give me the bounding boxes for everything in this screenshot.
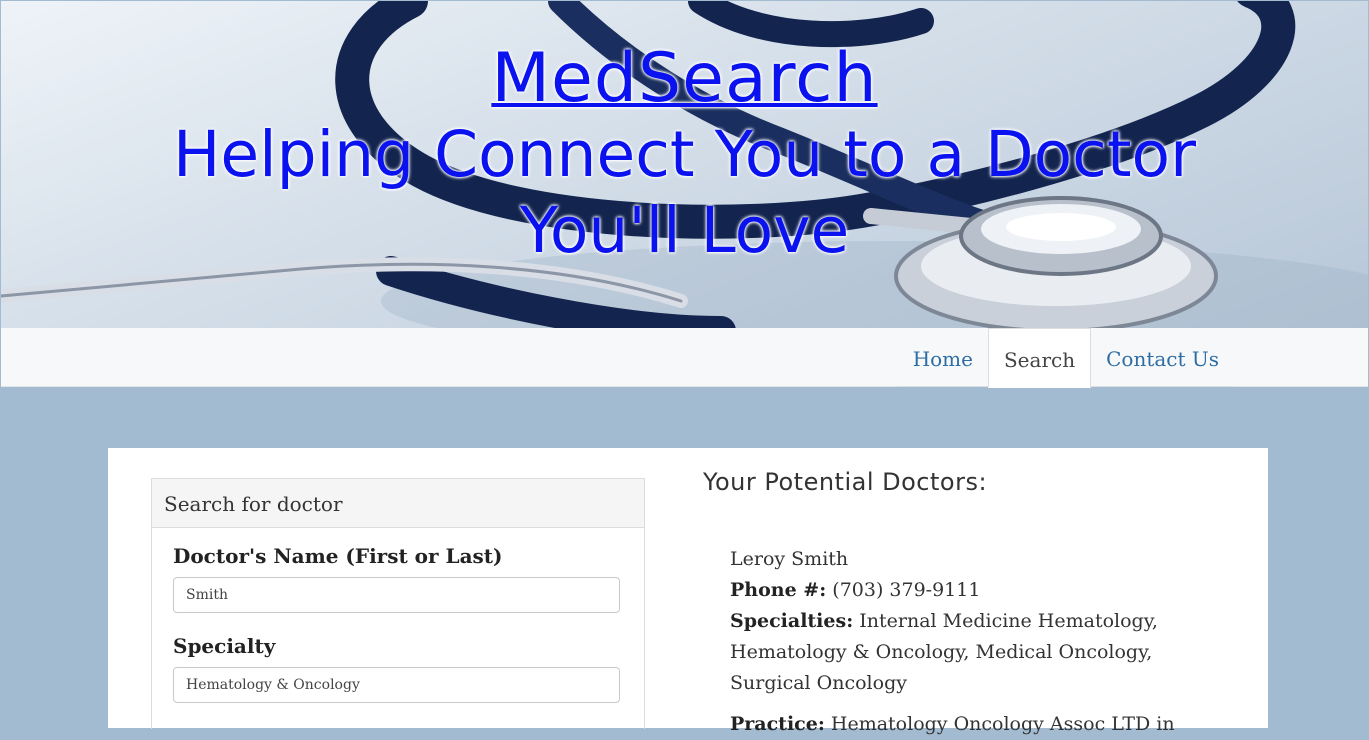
results-title: Your Potential Doctors: (703, 468, 988, 496)
nav-item-home[interactable]: Home (897, 328, 988, 387)
nav-item-contact-us[interactable]: Contact Us (1091, 328, 1234, 387)
specialty-label: Specialty (173, 634, 276, 658)
nav-item-search[interactable]: Search (987, 328, 1092, 388)
hero-title: MedSearch Helping Connect You to a Docto… (1, 41, 1368, 269)
doctor-specialties: Specialties: Internal Medicine Hematolog… (730, 606, 1230, 699)
doctor-name-input[interactable] (173, 577, 620, 613)
phone-value: (703) 379-9111 (832, 579, 981, 601)
nav-tabs: Home Search Contact Us (897, 328, 1234, 388)
navbar: Home Search Contact Us (1, 328, 1368, 388)
main-content: Search for doctor Doctor's Name (First o… (108, 448, 1268, 735)
doctor-result: Leroy SmithPhone #: (703) 379-9111 Speci… (730, 544, 1230, 740)
specialties-label: Specialties: (730, 610, 854, 632)
doctor-practice: Practice: Hematology Oncology Assoc LTD … (730, 709, 1230, 740)
practice-value: Hematology Oncology Assoc LTD in (830, 713, 1175, 735)
specialty-input[interactable] (173, 667, 620, 703)
phone-label: Phone #: (730, 579, 827, 601)
practice-label: Practice: (730, 713, 825, 735)
brand-link[interactable]: MedSearch (1, 41, 1368, 117)
hero-banner: MedSearch Helping Connect You to a Docto… (1, 1, 1368, 328)
doctor-name[interactable]: Leroy Smith (730, 544, 1015, 575)
search-panel-heading: Search for doctor (152, 479, 644, 528)
doctor-phone: Phone #: (703) 379-9111 (730, 575, 980, 606)
doctor-name-label: Doctor's Name (First or Last) (173, 544, 503, 568)
hero-tagline: Helping Connect You to a Doctor You'll L… (173, 118, 1196, 267)
search-panel: Search for doctor Doctor's Name (First o… (151, 478, 645, 729)
